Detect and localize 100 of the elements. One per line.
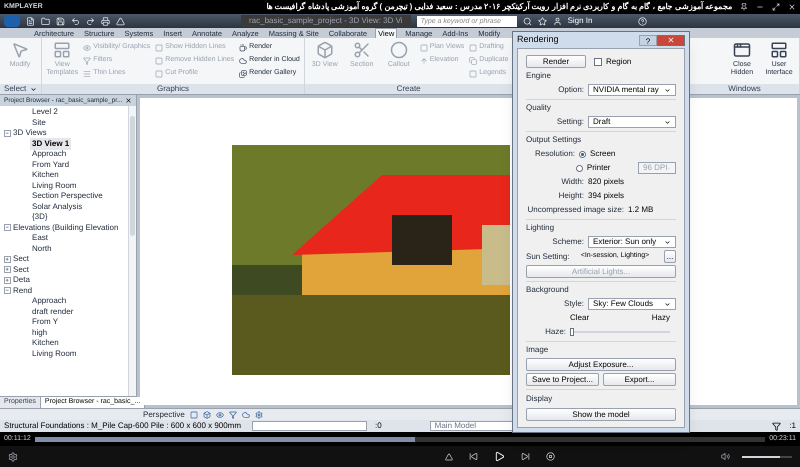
- maximize-icon[interactable]: [772, 3, 780, 11]
- play-icon[interactable]: [494, 451, 504, 462]
- tree-item[interactable]: From Y: [30, 316, 60, 328]
- collapse-icon[interactable]: [4, 130, 11, 137]
- view-control-icon[interactable]: [254, 410, 263, 418]
- tree-item[interactable]: high: [30, 326, 50, 339]
- panel-label: Create: [396, 83, 421, 95]
- tree-item[interactable]: Site: [30, 116, 48, 129]
- tree-item[interactable]: draft render: [30, 306, 76, 318]
- arrow-icon: [420, 56, 428, 64]
- tree-item[interactable]: Living Room: [30, 180, 78, 192]
- filter-icon: [83, 56, 92, 64]
- tree-item[interactable]: 3D View 1: [30, 138, 72, 150]
- tree-item[interactable]: Level 2: [30, 106, 60, 118]
- tree-item[interactable]: From Yard: [30, 158, 72, 171]
- dropdown[interactable]: [252, 421, 367, 431]
- help-button[interactable]: ?: [639, 34, 657, 46]
- show-model-button[interactable]: Show the model: [526, 408, 676, 421]
- gallery-icon: [239, 70, 248, 78]
- tree-item[interactable]: Approach: [30, 295, 68, 308]
- previous-icon[interactable]: [468, 452, 478, 461]
- view-control-icon[interactable]: [228, 410, 237, 418]
- help-icon[interactable]: [638, 16, 648, 26]
- square-icon: [469, 70, 478, 78]
- tree-item[interactable]: Approach: [30, 148, 68, 160]
- view-control-icon[interactable]: [190, 410, 198, 418]
- settings-icon[interactable]: [8, 452, 18, 462]
- volume-icon[interactable]: [721, 452, 730, 461]
- expand-icon[interactable]: [4, 276, 11, 284]
- field-label: Resolution:: [534, 148, 575, 160]
- filter-icon[interactable]: [772, 422, 782, 430]
- tree-item[interactable]: Kitchen: [30, 169, 61, 182]
- field-label: Uncompressed image size:: [526, 204, 624, 216]
- checkbox[interactable]: [594, 58, 602, 66]
- toolbar-icon[interactable]: [41, 16, 50, 26]
- collapse-icon[interactable]: [4, 287, 11, 294]
- toolbar-icon[interactable]: [71, 16, 80, 26]
- caret-icon: [664, 238, 671, 246]
- lines-icon: [83, 70, 92, 78]
- tree-item[interactable]: Deta: [13, 274, 30, 286]
- view-control-icon[interactable]: [216, 410, 224, 418]
- dropdown[interactable]: NVIDIA mental ray: [588, 84, 676, 96]
- tree-item[interactable]: 3D Views: [13, 127, 47, 140]
- close-icon[interactable]: [125, 97, 132, 104]
- render-button[interactable]: Render: [526, 55, 586, 68]
- close-button[interactable]: [657, 34, 685, 46]
- group-heading: Engine: [526, 70, 552, 82]
- radio-button[interactable]: [579, 150, 586, 158]
- expand-icon[interactable]: [4, 266, 11, 274]
- toolbar-icon[interactable]: [116, 16, 125, 26]
- cloud-icon: [239, 56, 248, 64]
- tree-item[interactable]: Sect: [13, 253, 30, 266]
- tree-item[interactable]: {3D}: [30, 211, 50, 224]
- view-scale-label: Perspective: [143, 408, 185, 420]
- radio-button[interactable]: [576, 164, 583, 172]
- tree-item[interactable]: Elevations (Building Elevation: [13, 222, 118, 234]
- square-icon: [155, 70, 164, 78]
- expand-icon[interactable]: [4, 256, 11, 263]
- toolbar-icon[interactable]: [56, 16, 65, 26]
- editable-count: :0: [375, 420, 382, 432]
- value-text: 394 pixels: [588, 190, 624, 202]
- tree-item[interactable]: Section Perspective: [30, 190, 105, 202]
- stop-icon[interactable]: [546, 452, 554, 461]
- seek-bar[interactable]: [34, 436, 766, 442]
- search-icon[interactable]: [522, 16, 532, 26]
- tree-item[interactable]: North: [30, 242, 54, 255]
- sign-in-button[interactable]: Sign In: [568, 15, 592, 27]
- tree-item[interactable]: Sect: [13, 264, 30, 276]
- slider-thumb[interactable]: [570, 328, 574, 336]
- collapse-icon[interactable]: [4, 224, 11, 232]
- view-control-icon[interactable]: [202, 410, 211, 418]
- group-heading: Quality: [526, 102, 552, 114]
- eject-icon[interactable]: [444, 452, 452, 460]
- toolbar-icon[interactable]: [26, 16, 35, 26]
- dropdown[interactable]: Exterior: Sun only: [588, 236, 676, 248]
- square-icon: [155, 44, 164, 52]
- tree-item[interactable]: Rend: [13, 284, 32, 297]
- view-control-icon[interactable]: [242, 410, 250, 418]
- export-button[interactable]: Export...: [603, 373, 676, 386]
- square-icon: [155, 56, 164, 64]
- user-icon[interactable]: [552, 16, 562, 26]
- save-button[interactable]: Save to Project...: [526, 373, 599, 386]
- tree-item[interactable]: Solar Analysis: [30, 200, 84, 213]
- adjust-exposure-button[interactable]: Adjust Exposure...: [526, 358, 676, 371]
- pin-icon[interactable]: [740, 3, 748, 11]
- scrollbar[interactable]: [128, 106, 136, 396]
- tree-item[interactable]: East: [30, 232, 50, 244]
- toolbar-icon[interactable]: [101, 16, 110, 26]
- tree-item[interactable]: Kitchen: [30, 337, 61, 350]
- caret-icon[interactable]: [30, 86, 38, 92]
- template-icon: [53, 41, 72, 59]
- checkbox-label: Region: [606, 56, 632, 68]
- toolbar-icon[interactable]: [86, 16, 95, 26]
- dropdown[interactable]: Sky: Few Clouds: [588, 298, 676, 310]
- dropdown[interactable]: Draft: [588, 116, 676, 128]
- next-icon[interactable]: [520, 452, 530, 461]
- tree-item[interactable]: Living Room: [30, 348, 78, 360]
- browse-button[interactable]: ...: [664, 250, 676, 263]
- star-icon[interactable]: [538, 16, 547, 26]
- cursor-icon: [11, 41, 29, 59]
